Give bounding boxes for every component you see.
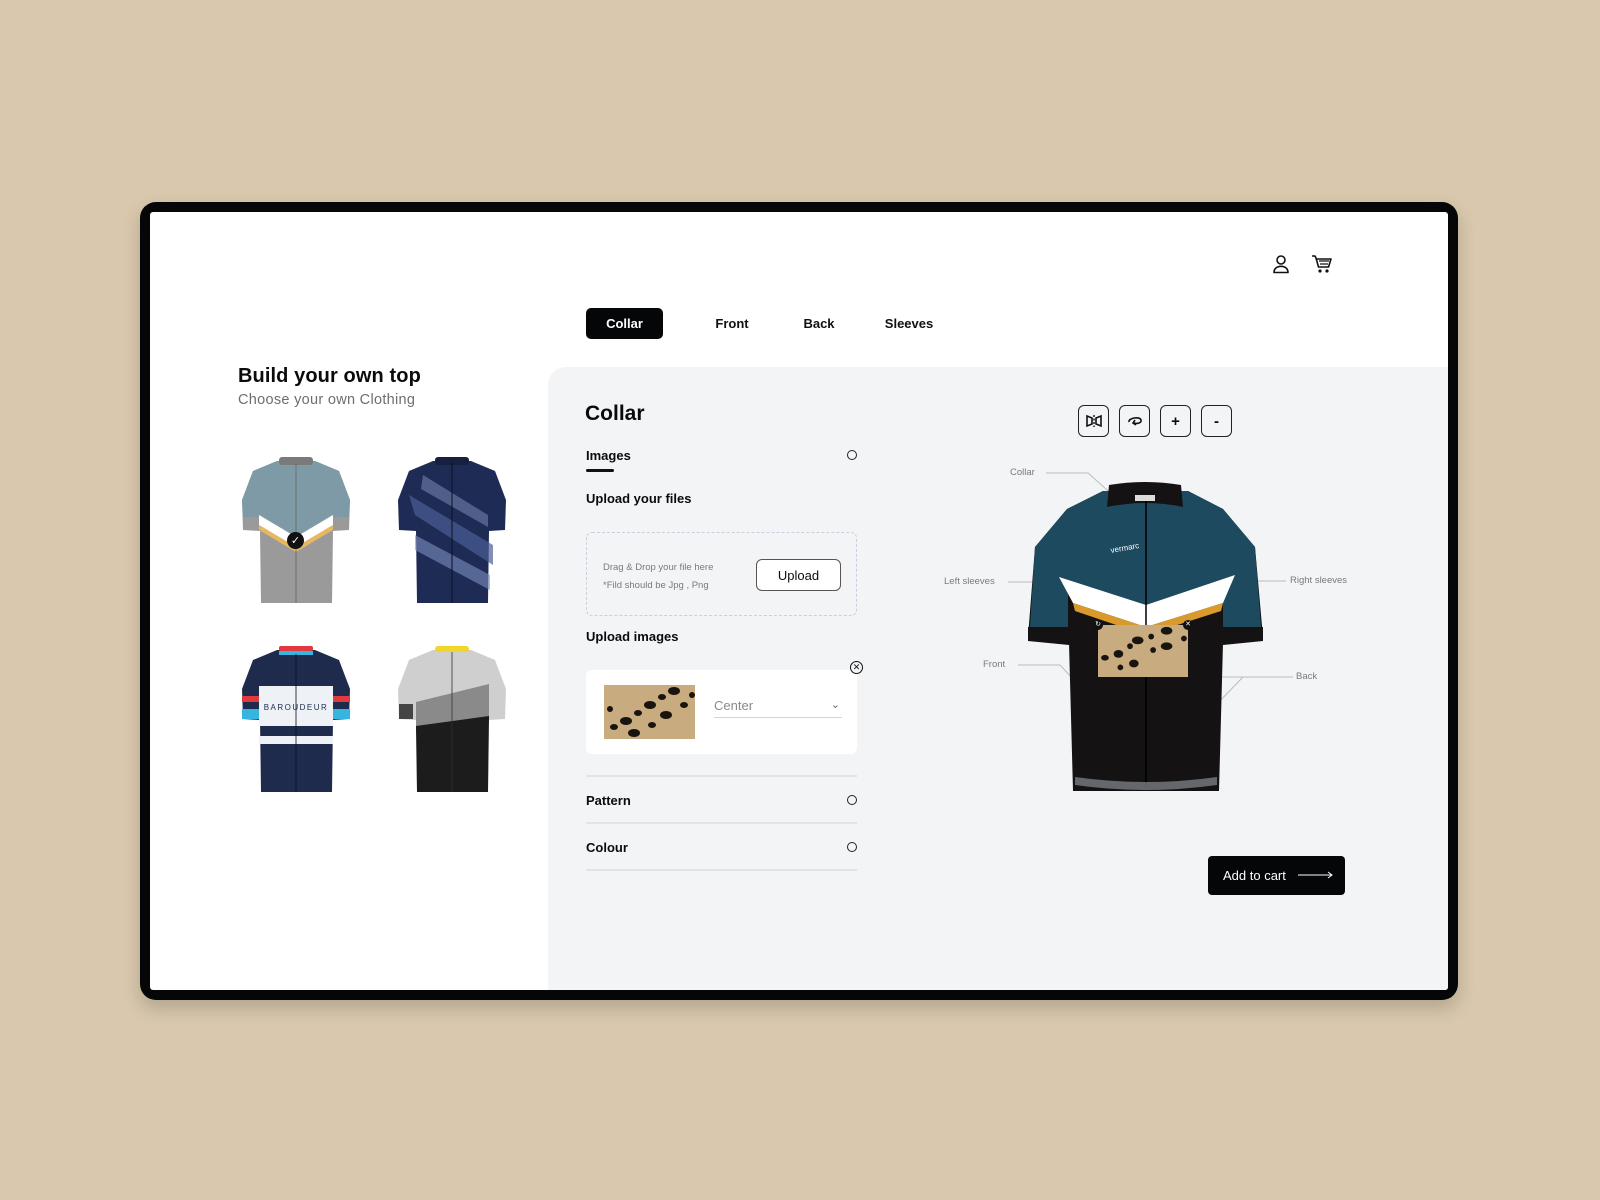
remove-image-button[interactable]: ✕	[850, 661, 863, 674]
jersey-thumbnail	[398, 457, 506, 603]
add-to-cart-button[interactable]: Add to cart	[1208, 856, 1345, 895]
divider	[586, 775, 857, 777]
page-subtitle: Choose your own Clothing	[238, 392, 416, 408]
dropzone-hint: Drag & Drop your file here	[603, 562, 714, 573]
accordion-colour-label: Colour	[586, 840, 628, 855]
accordion-images-label: Images	[586, 448, 631, 463]
rotate-handle-icon[interactable]: ↻	[1093, 620, 1103, 630]
uploaded-image-card: Center ⌄	[586, 670, 857, 754]
jersey-thumbnail	[398, 646, 506, 792]
device-frame: Collar Front Back Sleeves Build your own…	[140, 202, 1458, 1000]
rotate-button[interactable]	[1119, 405, 1150, 437]
accordion-images[interactable]: Images	[586, 448, 857, 472]
flip-icon	[1085, 414, 1102, 428]
shopping-cart-icon	[1312, 255, 1332, 273]
zoom-in-button[interactable]: +	[1160, 405, 1191, 437]
rotate-icon	[1127, 417, 1142, 426]
section-title: Collar	[585, 402, 645, 425]
active-indicator	[586, 469, 614, 472]
tab-front[interactable]: Front	[693, 308, 771, 339]
flip-button[interactable]	[1078, 405, 1109, 437]
view-tabs: Collar Front Back Sleeves	[586, 308, 951, 339]
position-select-value: Center	[714, 698, 754, 713]
divider	[586, 869, 857, 871]
accordion-pattern[interactable]: Pattern	[586, 793, 857, 808]
jersey-option-3[interactable]: BAROUDEUR	[237, 644, 355, 796]
uploaded-image-thumbnail	[604, 685, 695, 739]
account-button[interactable]	[1269, 252, 1293, 276]
arrow-right-icon	[1298, 871, 1333, 879]
accordion-colour[interactable]: Colour	[586, 840, 857, 855]
callout-back[interactable]: Back	[1296, 671, 1317, 682]
tab-back[interactable]: Back	[771, 308, 867, 339]
selected-check-icon: ✓	[287, 532, 304, 549]
app-screen: Collar Front Back Sleeves Build your own…	[150, 212, 1448, 990]
accordion-pattern-label: Pattern	[586, 793, 631, 808]
add-to-cart-label: Add to cart	[1223, 868, 1286, 883]
position-select[interactable]: Center ⌄	[714, 698, 842, 718]
customizer-panel: Collar Images Upload your files Drag & D…	[548, 367, 1448, 990]
cart-button[interactable]	[1310, 252, 1334, 276]
callout-collar[interactable]: Collar	[1010, 467, 1035, 478]
upload-images-heading: Upload images	[586, 629, 679, 644]
jersey-preview: vermarc ↻ ✕ Collar Left sleeves Right sl…	[938, 457, 1358, 807]
placed-image[interactable]	[1098, 625, 1188, 677]
zoom-out-button[interactable]: -	[1201, 405, 1232, 437]
callout-right-sleeves[interactable]: Right sleeves	[1290, 575, 1347, 586]
tab-sleeves[interactable]: Sleeves	[867, 308, 951, 339]
radio-circle-icon[interactable]	[847, 795, 857, 805]
divider	[586, 822, 857, 824]
jersey-option-1[interactable]: ✓	[237, 455, 355, 607]
radio-circle-icon[interactable]	[847, 842, 857, 852]
callout-front[interactable]: Front	[983, 659, 1005, 670]
jersey-option-4[interactable]	[393, 644, 511, 796]
resize-handle-icon[interactable]: ✕	[1183, 620, 1193, 630]
jersey-thumbnail	[242, 457, 350, 603]
chevron-down-icon: ⌄	[830, 699, 840, 711]
dropzone-format-note: *Fild should be Jpg , Png	[603, 580, 709, 591]
jersey-thumbnail: BAROUDEUR	[242, 646, 350, 792]
user-icon	[1273, 255, 1289, 274]
callout-left-sleeves[interactable]: Left sleeves	[944, 576, 995, 587]
file-dropzone[interactable]: Drag & Drop your file here *Fild should …	[586, 532, 857, 616]
tab-collar[interactable]: Collar	[586, 308, 663, 339]
jersey-option-2[interactable]	[393, 455, 511, 607]
page-title: Build your own top	[238, 365, 421, 387]
upload-button[interactable]: Upload	[756, 559, 841, 591]
upload-files-heading: Upload your files	[586, 491, 692, 506]
radio-circle-icon[interactable]	[847, 450, 857, 460]
